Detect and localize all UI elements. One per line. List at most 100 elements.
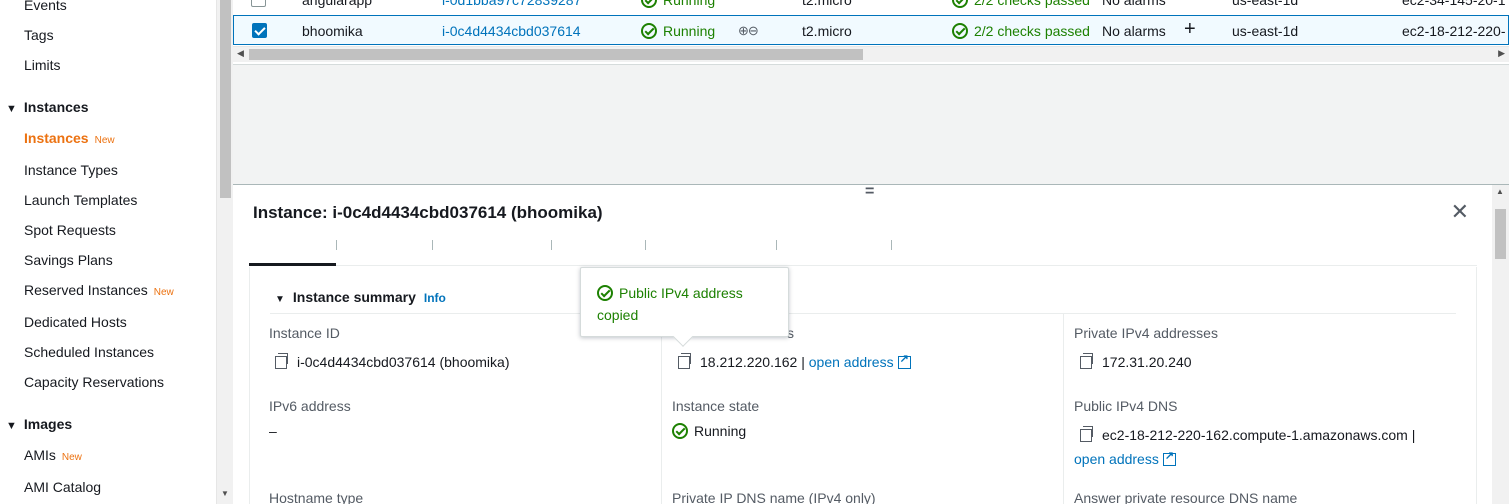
private-ipv4-label: Private IPv4 addresses <box>1074 325 1218 341</box>
copy-icon[interactable] <box>1080 353 1093 369</box>
alarm-status: No alarms <box>1102 23 1166 39</box>
instance-summary-container: ▼ Instance summary Info Instance ID i-0c4d… <box>249 267 1477 504</box>
info-link[interactable]: Info <box>424 291 446 305</box>
table-row[interactable]: angularapp i-0d1bba97c72839287 Running t… <box>233 0 1509 15</box>
scroll-left-arrow-icon[interactable]: ◀ <box>237 48 244 59</box>
instance-type: t2.micro <box>802 0 852 8</box>
add-alarm-plus-icon[interactable]: + <box>1184 18 1196 41</box>
status-checks: 2/2 checks passed <box>952 0 1090 8</box>
tab-separator <box>645 240 646 250</box>
new-badge: New <box>61 452 82 463</box>
main-content: angularapp i-0d1bba97c72839287 Running t… <box>233 0 1509 504</box>
caret-down-icon: ▼ <box>275 294 285 305</box>
sidebar-item-spot-requests[interactable]: Spot Requests <box>24 222 116 238</box>
check-circle-icon <box>641 0 657 8</box>
sidebar-item-savings-plans[interactable]: Savings Plans <box>24 252 113 268</box>
copied-tooltip: Public IPv4 address copied <box>580 267 789 347</box>
state-text: Running <box>694 423 747 439</box>
scrollbar-thumb[interactable] <box>1495 209 1506 259</box>
instance-name: angularapp <box>302 0 373 8</box>
state-text: Running <box>663 23 716 39</box>
instance-state-value: Running <box>672 423 746 439</box>
sidebar-item-instances[interactable]: Instances New <box>24 130 115 146</box>
hostname-type-label: Hostname type <box>269 490 364 504</box>
sidebar-item-label: AMIs <box>24 447 56 463</box>
instance-summary-toggle[interactable]: ▼ Instance summary Info <box>275 289 446 305</box>
public-ipv4-value: 18.212.220.162 | open address <box>678 352 911 370</box>
table-horizontal-scrollbar[interactable]: ◀ ▶ <box>233 46 1509 62</box>
tab-details-active-indicator[interactable] <box>249 263 336 266</box>
panel-scrollbar[interactable]: ▲ <box>1492 185 1509 504</box>
status-checks: 2/2 checks passed <box>952 23 1090 39</box>
tab-separator <box>776 240 777 250</box>
separator: | <box>1411 427 1416 443</box>
copy-icon[interactable] <box>678 353 691 369</box>
scroll-right-arrow-icon[interactable]: ▶ <box>1498 48 1505 59</box>
check-circle-icon <box>952 23 968 39</box>
tab-separator <box>891 240 892 250</box>
sidebar-section-instances[interactable]: ▼ Instances <box>6 99 88 115</box>
sidebar-item-dedicated-hosts[interactable]: Dedicated Hosts <box>24 314 127 330</box>
sidebar-item-launch-templates[interactable]: Launch Templates <box>24 192 137 208</box>
new-badge: New <box>153 287 174 298</box>
sidebar-section-label: Instances <box>23 99 89 115</box>
external-link-icon <box>897 352 911 369</box>
link-text: open address <box>1074 451 1159 467</box>
copy-icon[interactable] <box>275 353 288 369</box>
sidebar-item-instance-types[interactable]: Instance Types <box>24 162 118 178</box>
sidebar-item-tags[interactable]: Tags <box>24 27 54 43</box>
copy-icon[interactable] <box>1080 426 1093 442</box>
column-divider <box>661 313 662 504</box>
sidebar-scrollbar[interactable]: ▼ <box>216 0 233 504</box>
open-address-link[interactable]: open address <box>808 352 911 370</box>
panel-title: Instance: i-0c4d4434cbd037614 (bhoomika) <box>253 203 603 222</box>
check-circle-icon <box>641 23 657 39</box>
instance-state: Running <box>641 23 715 39</box>
private-dns-label: Private IP DNS name (IPv4 only) <box>672 490 876 504</box>
tab-separator <box>432 240 433 250</box>
instances-table: angularapp i-0d1bba97c72839287 Running t… <box>233 0 1509 64</box>
check-circle-icon <box>952 0 968 8</box>
scrollbar-thumb[interactable] <box>249 49 863 60</box>
availability-zone: us-east-1d <box>1232 23 1299 39</box>
drag-handle-icon[interactable]: = <box>865 183 874 201</box>
link-text: open address <box>808 354 894 370</box>
column-divider <box>1063 313 1064 504</box>
sidebar-item-label: Instances <box>24 130 89 146</box>
sidebar-item-ami-catalog[interactable]: AMI Catalog <box>24 479 101 495</box>
sidebar-item-limits[interactable]: Limits <box>24 57 61 73</box>
instance-type: t2.micro <box>802 23 852 39</box>
public-dns-open-address: open address <box>1074 449 1176 467</box>
row-checkbox[interactable] <box>251 0 266 7</box>
alarm-status: No alarms <box>1102 0 1166 8</box>
sidebar: Events Tags Limits ▼ Instances Instances N… <box>0 0 217 504</box>
sidebar-item-scheduled-instances[interactable]: Scheduled Instances <box>24 344 154 360</box>
open-address-link[interactable]: open address <box>1074 449 1176 467</box>
sidebar-section-images[interactable]: ▼ Images <box>6 416 72 432</box>
instance-id-link[interactable]: i-0c4d4434cbd037614 <box>442 23 581 39</box>
instance-id-value: i-0c4d4434cbd037614 (bhoomika) <box>275 353 509 370</box>
instance-id-link[interactable]: i-0d1bba97c72839287 <box>442 0 581 8</box>
caret-down-icon: ▼ <box>6 103 17 115</box>
scrollbar-thumb[interactable] <box>220 0 231 198</box>
public-dns-label: Public IPv4 DNS <box>1074 398 1178 414</box>
sidebar-item-reserved-instances[interactable]: Reserved Instances New <box>24 282 174 298</box>
tooltip-message: Public IPv4 address copied <box>597 282 777 326</box>
close-icon[interactable]: ✕ <box>1451 199 1469 225</box>
zoom-in-out-icon[interactable]: ⊕⊖ <box>738 23 759 39</box>
instance-state-label: Instance state <box>672 398 760 414</box>
instance-name: bhoomika <box>302 23 363 39</box>
sidebar-item-amis[interactable]: AMIs New <box>24 447 82 463</box>
row-checkbox[interactable] <box>252 23 267 38</box>
sidebar-section-label: Images <box>23 416 73 432</box>
scroll-down-arrow-icon[interactable]: ▼ <box>221 489 229 498</box>
new-badge: New <box>94 135 115 146</box>
sidebar-item-capacity-reservations[interactable]: Capacity Reservations <box>24 374 164 390</box>
checks-text: 2/2 checks passed <box>974 23 1090 39</box>
scroll-up-arrow-icon[interactable]: ▲ <box>1496 187 1504 196</box>
public-dns-value: ec2-18-212-220-162.compute-1.amazonaws.c… <box>1080 426 1416 443</box>
table-row-selected[interactable]: bhoomika i-0c4d4434cbd037614 Running ⊕⊖ … <box>233 15 1509 45</box>
external-link-icon <box>1162 449 1176 466</box>
sidebar-item-events[interactable]: Events <box>24 0 67 13</box>
divider <box>233 64 1509 65</box>
